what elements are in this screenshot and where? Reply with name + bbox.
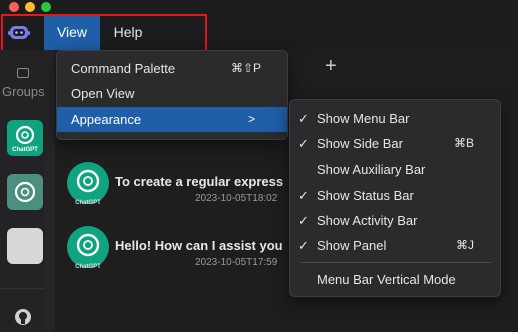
shortcut-label: ⌘B bbox=[453, 136, 474, 150]
menu-help[interactable]: Help bbox=[104, 14, 152, 50]
checkmark-icon: ✓ bbox=[298, 111, 309, 126]
sidebar-item-bot-2[interactable] bbox=[7, 174, 43, 210]
checkmark-icon: ✓ bbox=[298, 188, 309, 203]
sidebar-item-bot-3[interactable] bbox=[7, 228, 43, 264]
menu-item-label: Show Status Bar bbox=[317, 188, 414, 203]
sidebar: Groups ChatGPT bbox=[0, 50, 45, 332]
chat-timestamp: 2023-10-05T17:59 bbox=[195, 257, 278, 268]
menu-item-menu-bar-vertical-mode[interactable]: Menu Bar Vertical Mode bbox=[290, 267, 500, 292]
menu-item-label: Show Menu Bar bbox=[317, 111, 410, 126]
menu-item-label: Show Auxiliary Bar bbox=[317, 162, 426, 177]
chat-title: Hello! How can I assist you bbox=[115, 238, 283, 253]
github-icon[interactable] bbox=[14, 308, 32, 326]
chat-title: To create a regular express bbox=[115, 174, 284, 189]
chevron-right-icon: > bbox=[247, 112, 255, 126]
checkmark-icon: ✓ bbox=[298, 136, 309, 151]
checkmark-icon: ✓ bbox=[298, 238, 309, 253]
openai-logo-icon bbox=[76, 233, 100, 257]
chat-timestamp: 2023-10-05T18:02 bbox=[195, 193, 278, 204]
menu-item-label: Menu Bar Vertical Mode bbox=[317, 272, 456, 287]
menu-item-show-activity-bar[interactable]: ✓ Show Activity Bar bbox=[290, 208, 500, 233]
menu-view[interactable]: View bbox=[44, 14, 100, 50]
chat-list-item[interactable]: ChatGPT Hello! How can I assist you 2023… bbox=[67, 224, 307, 274]
chatgpt-avatar bbox=[67, 226, 109, 268]
checkmark-icon: ✓ bbox=[298, 213, 309, 228]
menu-item-show-panel[interactable]: ✓ Show Panel ⌘J bbox=[290, 233, 500, 258]
sidebar-item-chatgpt[interactable]: ChatGPT bbox=[7, 120, 43, 156]
minimize-window-button[interactable] bbox=[25, 2, 35, 12]
view-menu-dropdown: Command Palette ⌘⇧P Open View Appearance… bbox=[56, 50, 288, 140]
menu-item-command-palette[interactable]: Command Palette ⌘⇧P bbox=[57, 56, 287, 81]
add-chat-button[interactable]: + bbox=[325, 56, 337, 76]
menu-item-show-status-bar[interactable]: ✓ Show Status Bar bbox=[290, 183, 500, 208]
menu-item-label: Show Panel bbox=[317, 238, 387, 253]
avatar-label: ChatGPT bbox=[75, 264, 101, 270]
chat-list-item[interactable]: ChatGPT To create a regular express 2023… bbox=[67, 160, 307, 210]
menu-item-show-auxiliary-bar[interactable]: Show Auxiliary Bar bbox=[290, 157, 500, 182]
menu-item-show-menu-bar[interactable]: ✓ Show Menu Bar bbox=[290, 106, 500, 131]
shortcut-label: ⌘J bbox=[456, 238, 474, 252]
openai-logo-icon bbox=[76, 169, 100, 193]
sidebar-divider bbox=[0, 288, 45, 289]
chatgpt-avatar bbox=[67, 162, 109, 204]
openai-logo-icon bbox=[14, 181, 36, 203]
menu-item-label: Open View bbox=[71, 86, 135, 101]
menu-separator bbox=[300, 262, 492, 263]
groups-icon[interactable] bbox=[17, 68, 29, 78]
appearance-submenu: ✓ Show Menu Bar ✓ Show Side Bar ⌘B Show … bbox=[289, 99, 501, 297]
menu-item-appearance[interactable]: Appearance > bbox=[57, 107, 287, 132]
menu-item-label: Appearance bbox=[71, 112, 142, 127]
menu-item-label: Show Activity Bar bbox=[317, 213, 418, 228]
close-window-button[interactable] bbox=[9, 2, 19, 12]
menu-item-show-side-bar[interactable]: ✓ Show Side Bar ⌘B bbox=[290, 131, 500, 156]
zoom-window-button[interactable] bbox=[41, 2, 51, 12]
menu-bar: View Help bbox=[0, 14, 518, 50]
groups-label[interactable]: Groups bbox=[2, 84, 45, 99]
tile-label: ChatGPT bbox=[12, 147, 38, 153]
menu-item-label: Command Palette bbox=[71, 61, 176, 76]
menu-item-open-view[interactable]: Open View bbox=[57, 81, 287, 106]
secondary-column bbox=[45, 50, 55, 332]
avatar-label: ChatGPT bbox=[75, 200, 101, 206]
app-robot-icon[interactable] bbox=[8, 22, 30, 42]
shortcut-label: ⌘⇧P bbox=[230, 61, 261, 75]
window-titlebar bbox=[0, 0, 518, 14]
menu-item-label: Show Side Bar bbox=[317, 136, 403, 151]
